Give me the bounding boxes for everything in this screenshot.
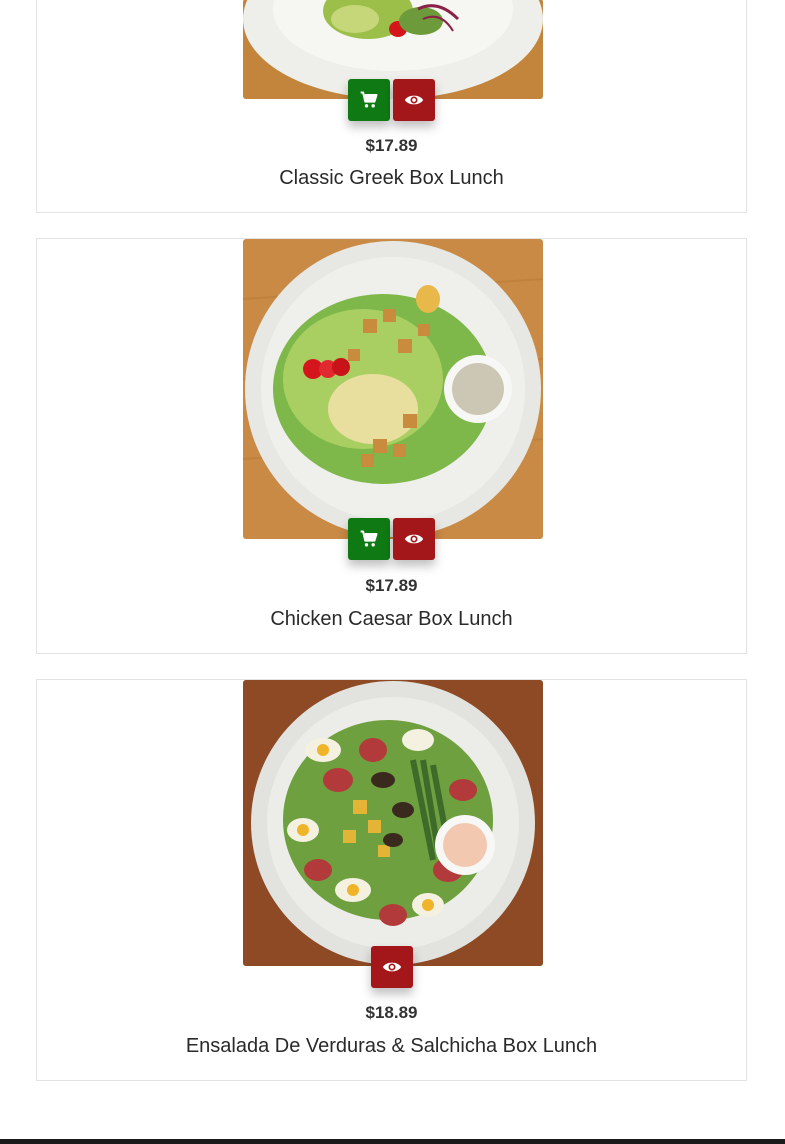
product-title[interactable]: Classic Greek Box Lunch — [37, 167, 746, 190]
sausage-salad-photo-icon — [243, 680, 543, 966]
product-card: $17.89 Classic Greek Box Lunch — [36, 0, 747, 213]
cart-icon — [360, 530, 378, 547]
eye-icon — [404, 534, 424, 544]
product-price: $18.89 — [365, 1003, 418, 1022]
product-image[interactable] — [243, 680, 543, 966]
product-image[interactable] — [243, 239, 543, 539]
product-price: $17.89 — [365, 136, 418, 155]
add-to-cart-button[interactable] — [348, 79, 390, 121]
eye-icon — [404, 95, 424, 105]
footer-divider — [0, 1139, 785, 1144]
cart-icon — [360, 91, 378, 108]
add-to-cart-button[interactable] — [348, 518, 390, 560]
product-card: $18.89 Ensalada De Verduras & Salchicha … — [36, 679, 747, 1081]
product-price: $17.89 — [365, 576, 418, 595]
product-title[interactable]: Chicken Caesar Box Lunch — [37, 608, 746, 631]
quick-view-button[interactable] — [370, 946, 413, 988]
product-title[interactable]: Ensalada De Verduras & Salchicha Box Lun… — [37, 1035, 746, 1058]
eye-icon — [382, 962, 401, 972]
quick-view-button[interactable] — [393, 518, 435, 560]
quick-view-button[interactable] — [393, 79, 435, 121]
product-card: $17.89 Chicken Caesar Box Lunch — [36, 238, 747, 654]
caesar-salad-photo-icon — [243, 239, 543, 539]
